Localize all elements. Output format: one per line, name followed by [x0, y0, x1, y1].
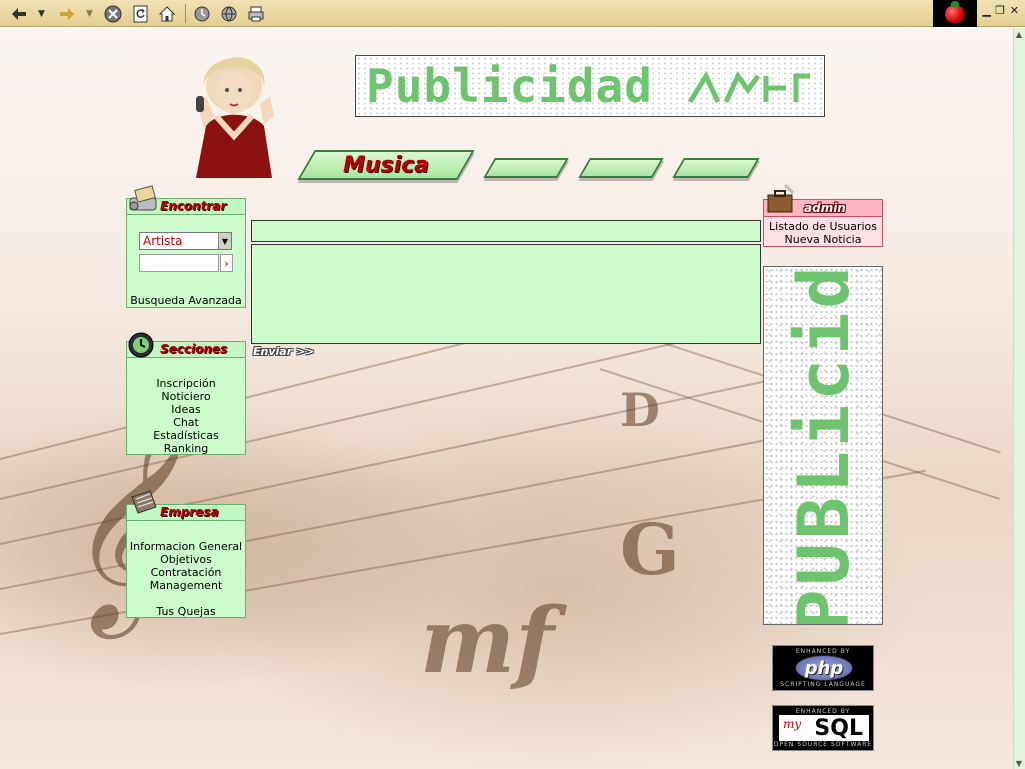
stop-icon [104, 5, 122, 23]
forward-dropdown[interactable]: ▼ [86, 4, 93, 23]
forward-icon [58, 5, 76, 23]
sections-link-chat[interactable]: Chat [126, 416, 246, 429]
vertical-scrollbar[interactable]: ▲ ▼ [1013, 28, 1025, 769]
banner-squiggle-graphic [687, 70, 810, 104]
side-ad-text: PUBLicid [783, 266, 865, 625]
company-link-quejas[interactable]: Tus Quejas [126, 605, 246, 618]
sections-link-list: Inscripción Noticiero Ideas Chat Estadís… [126, 377, 246, 455]
print-icon [247, 5, 265, 23]
company-box-title: Empresa [160, 505, 219, 519]
admin-link-users[interactable]: Listado de Usuarios [764, 220, 882, 233]
tab-empty-1[interactable] [483, 158, 569, 178]
back-dropdown[interactable]: ▼ [38, 4, 45, 23]
find-icon [128, 184, 158, 211]
search-box-title: Encontrar [160, 199, 227, 213]
company-link-informacion[interactable]: Informacion General [126, 540, 246, 553]
php-badge[interactable]: ENHANCED BY php SCRIPTING LANGUAGE [772, 645, 874, 691]
print-button[interactable] [247, 4, 265, 23]
browser-toolbar: ▼ ▼ ▁ ❐ ✕ [0, 0, 1025, 27]
sections-link-ideas[interactable]: Ideas [126, 403, 246, 416]
sections-link-noticiero[interactable]: Noticiero [126, 390, 246, 403]
company-link-objetivos[interactable]: Objetivos [126, 553, 246, 566]
home-button[interactable] [158, 4, 176, 23]
chevron-down-icon: ▼ [38, 8, 45, 19]
header-woman-image [176, 56, 286, 206]
chevron-down-icon: ▼ [86, 8, 93, 19]
globe-icon [220, 5, 238, 23]
mf-dynamic-mark: mf [420, 588, 554, 694]
mysql-badge-caption: ENHANCED BY [795, 708, 851, 715]
minimize-button[interactable]: ▁ [983, 4, 991, 17]
reload-icon [132, 5, 150, 23]
home-icon [158, 5, 176, 23]
mail-button[interactable] [220, 4, 238, 23]
briefcase-icon [128, 489, 158, 515]
scroll-down-icon[interactable]: ▼ [1014, 758, 1024, 768]
scroll-up-icon[interactable]: ▲ [1014, 29, 1024, 39]
company-link-list: Informacion General Objetivos Contrataci… [126, 540, 246, 618]
php-badge-subcaption: SCRIPTING LANGUAGE [780, 681, 866, 688]
sections-box-title: Secciones [160, 342, 228, 356]
mysql-logo-prefix: my [783, 717, 802, 731]
tab-empty-3[interactable] [672, 158, 760, 178]
mysql-badge-subcaption: OPEN SOURCE SOFTWARE [773, 741, 873, 748]
clock-icon [127, 331, 157, 358]
toolbox-icon [765, 183, 795, 213]
tab-musica-label: Musica [342, 152, 430, 178]
close-button[interactable]: ✕ [1010, 4, 1019, 17]
search-go-button[interactable]: › [220, 254, 233, 272]
admin-link-news[interactable]: Nueva Noticia [764, 233, 882, 246]
raspberry-icon [945, 0, 965, 23]
company-link-spacer [126, 592, 246, 605]
side-ad[interactable]: PUBLicid [763, 266, 883, 625]
history-icon [193, 5, 211, 23]
php-logo: php [795, 655, 853, 681]
mysql-logo: my SQL [779, 715, 869, 741]
forward-button[interactable] [58, 4, 76, 23]
message-textarea[interactable] [251, 244, 761, 344]
advanced-search-link[interactable]: Busqueda Avanzada [126, 294, 246, 307]
search-type-select[interactable]: Artista ▼ [139, 232, 232, 250]
search-box [126, 198, 246, 308]
mysql-logo-text: SQL [814, 715, 863, 741]
send-button[interactable]: Enviar >> [253, 345, 314, 358]
mysql-badge[interactable]: ENHANCED BY my SQL OPEN SOURCE SOFTWARE [772, 705, 874, 751]
sections-link-ranking[interactable]: Ranking [126, 442, 246, 455]
search-input[interactable] [139, 254, 219, 272]
banner-ad-text: Publicidad [366, 59, 653, 113]
banner-ad[interactable]: Publicidad [355, 55, 825, 117]
reload-button[interactable] [132, 4, 150, 23]
php-badge-caption: ENHANCED BY [795, 648, 851, 655]
toolbar-divider [185, 4, 186, 23]
browser-brand-logo [933, 0, 977, 27]
stop-button[interactable] [104, 4, 122, 23]
chevron-down-icon[interactable]: ▼ [218, 233, 231, 249]
sections-link-inscripcion[interactable]: Inscripción [126, 377, 246, 390]
company-link-contratacion[interactable]: Contratación [126, 566, 246, 579]
back-icon [10, 5, 28, 23]
score-lettering: D [620, 383, 660, 437]
tab-empty-2[interactable] [578, 158, 664, 178]
admin-box-title: admin [804, 201, 846, 215]
admin-link-list: Listado de Usuarios Nueva Noticia [764, 220, 882, 246]
history-button[interactable] [193, 4, 211, 23]
subject-input[interactable] [251, 220, 761, 242]
back-button[interactable] [10, 4, 28, 23]
score-lettering: G [620, 508, 680, 591]
restore-button[interactable]: ❐ [995, 4, 1005, 17]
sections-link-estadisticas[interactable]: Estadísticas [126, 429, 246, 442]
company-link-management[interactable]: Management [126, 579, 246, 592]
search-type-value: Artista [143, 234, 183, 248]
